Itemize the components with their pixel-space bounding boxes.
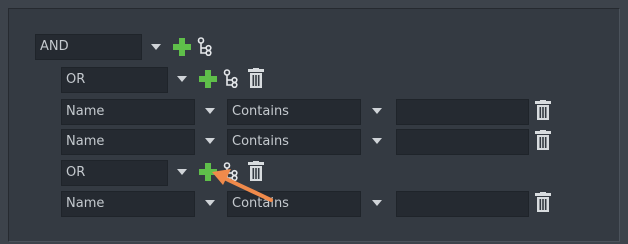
field-dropdown-arrow[interactable] (205, 138, 215, 144)
group-2-operator-dropdown-arrow[interactable] (177, 169, 187, 175)
field-dropdown-arrow[interactable] (205, 108, 215, 114)
condition-field-select[interactable]: Name (61, 99, 195, 125)
condition-comparison-select[interactable]: Contains (227, 191, 361, 217)
comparison-dropdown-arrow[interactable] (372, 108, 382, 114)
filter-builder-panel: AND OR Name Contains Name Contains OR Na… (8, 8, 620, 242)
condition-field-select[interactable]: Name (61, 129, 195, 155)
condition-value-input[interactable] (396, 129, 529, 155)
root-operator-select[interactable]: AND (35, 34, 142, 60)
add-subgroup-icon[interactable] (223, 69, 239, 88)
condition-comparison-select[interactable]: Contains (227, 99, 361, 125)
group-1-operator-dropdown-arrow[interactable] (177, 76, 187, 82)
add-subgroup-icon[interactable] (223, 162, 239, 181)
plus-icon[interactable] (199, 163, 217, 181)
trash-icon[interactable] (534, 100, 552, 120)
root-operator-dropdown-arrow[interactable] (151, 44, 161, 50)
trash-icon[interactable] (247, 161, 265, 181)
trash-icon[interactable] (534, 130, 552, 150)
plus-icon[interactable] (173, 38, 191, 56)
add-subgroup-icon[interactable] (197, 37, 213, 56)
trash-icon[interactable] (247, 68, 265, 88)
condition-value-input[interactable] (396, 99, 529, 125)
plus-icon[interactable] (199, 70, 217, 88)
group-2-operator-select[interactable]: OR (61, 160, 168, 186)
trash-icon[interactable] (534, 192, 552, 212)
comparison-dropdown-arrow[interactable] (372, 138, 382, 144)
condition-value-input[interactable] (396, 191, 529, 217)
comparison-dropdown-arrow[interactable] (372, 200, 382, 206)
condition-field-select[interactable]: Name (61, 191, 195, 217)
condition-comparison-select[interactable]: Contains (227, 129, 361, 155)
field-dropdown-arrow[interactable] (205, 200, 215, 206)
group-1-operator-select[interactable]: OR (61, 67, 168, 93)
